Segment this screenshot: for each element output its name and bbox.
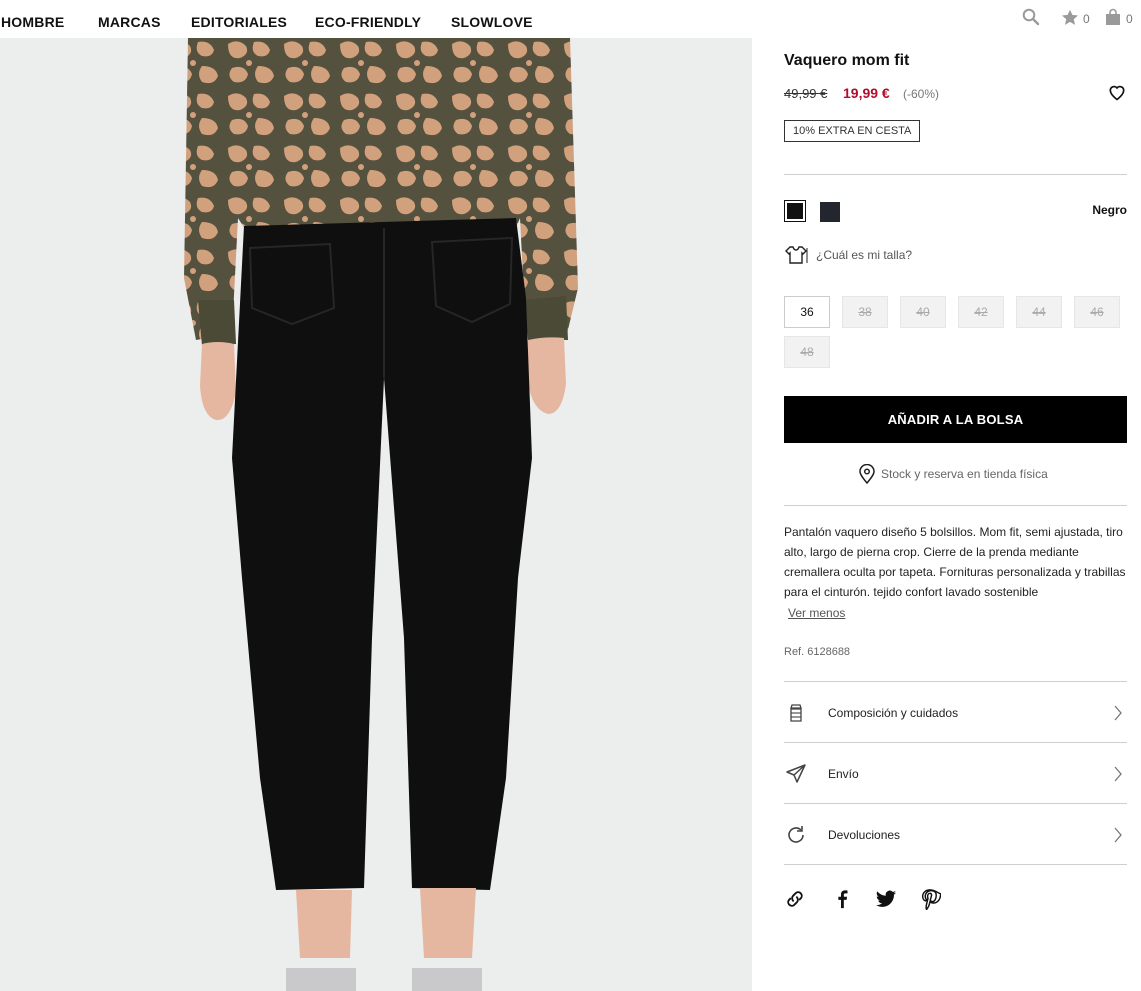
location-pin-icon: [859, 464, 875, 484]
accordion-label: Composición y cuidados: [828, 706, 959, 720]
nav-item-editoriales[interactable]: EDITORIALES: [191, 14, 287, 30]
bag-icon[interactable]: [1105, 8, 1121, 26]
pinterest-icon[interactable]: [919, 888, 941, 910]
bag-count: 0: [1126, 12, 1133, 26]
search-icon[interactable]: [1022, 8, 1040, 26]
chevron-right-icon: [1114, 766, 1122, 782]
wishlist-count: 0: [1083, 12, 1090, 26]
discount-percent: (-60%): [903, 87, 940, 101]
accordion-label: Envío: [828, 767, 859, 781]
store-stock-label: Stock y reserva en tienda física: [881, 467, 1048, 481]
sale-price: 19,99 €: [843, 85, 890, 101]
nav-item-marcas[interactable]: MARCAS: [98, 14, 161, 30]
add-to-bag-button[interactable]: AÑADIR A LA BOLSA: [784, 396, 1127, 443]
size-option-36[interactable]: 36: [784, 296, 830, 328]
chevron-right-icon: [1114, 705, 1122, 721]
heart-icon[interactable]: [1107, 82, 1127, 102]
see-less-link[interactable]: Ver menos: [788, 606, 845, 620]
nav-item-eco-friendly[interactable]: ECO-FRIENDLY: [315, 14, 421, 30]
size-option-42[interactable]: 42: [958, 296, 1004, 328]
accordion-label: Devoluciones: [828, 828, 901, 842]
size-option-38[interactable]: 38: [842, 296, 888, 328]
product-title: Vaquero mom fit: [784, 52, 910, 69]
star-icon[interactable]: [1061, 9, 1079, 26]
accordion-composition[interactable]: Composición y cuidados: [784, 682, 1127, 742]
send-icon: [786, 764, 806, 783]
garment-care-icon: [790, 704, 802, 722]
product-reference: Ref. 6128688: [784, 646, 851, 658]
size-guide-label: ¿Cuál es mi talla?: [816, 248, 913, 262]
accordion-returns[interactable]: Devoluciones: [784, 804, 1127, 864]
color-swatch-navy[interactable]: [820, 202, 840, 222]
size-option-40[interactable]: 40: [900, 296, 946, 328]
size-option-48[interactable]: 48: [784, 336, 830, 368]
original-price: 49,99 €: [784, 86, 828, 101]
color-swatch-black[interactable]: [784, 200, 806, 222]
size-option-46[interactable]: 46: [1074, 296, 1120, 328]
size-option-44[interactable]: 44: [1016, 296, 1062, 328]
tshirt-ruler-icon: [785, 246, 808, 264]
link-icon[interactable]: [784, 888, 806, 910]
chevron-right-icon: [1114, 827, 1122, 843]
product-image[interactable]: [0, 38, 752, 991]
twitter-icon[interactable]: [875, 888, 897, 910]
product-description: Pantalón vaquero diseño 5 bolsillos. Mom…: [784, 525, 1126, 599]
selected-color-name: Negro: [1092, 203, 1127, 217]
divider: [784, 505, 1127, 506]
nav-item-slowlove[interactable]: SLOWLOVE: [451, 14, 533, 30]
refresh-icon: [788, 826, 804, 843]
extra-discount-badge: 10% EXTRA EN CESTA: [784, 120, 921, 142]
nav-item-hombre[interactable]: HOMBRE: [1, 14, 64, 30]
divider: [784, 864, 1127, 865]
divider: [784, 174, 1127, 175]
accordion-shipping[interactable]: Envío: [784, 743, 1127, 803]
top-navigation: HOMBRE MARCAS EDITORIALES ECO-FRIENDLY S…: [0, 0, 1141, 38]
facebook-icon[interactable]: [831, 888, 853, 910]
